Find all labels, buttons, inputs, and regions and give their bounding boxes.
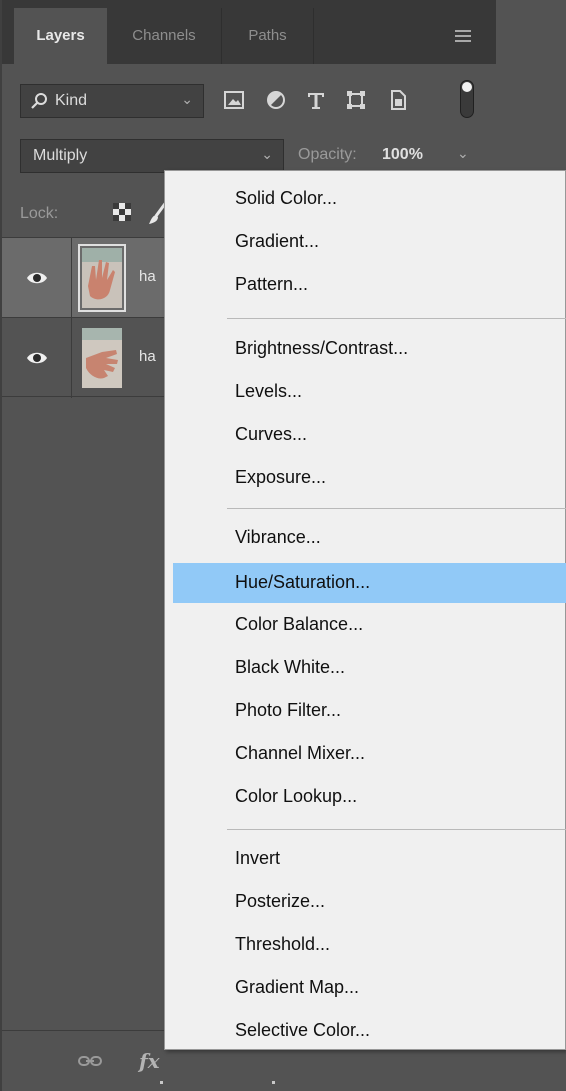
menu-item-black-white[interactable]: Black White...	[173, 650, 566, 686]
adjustment-layer-menu: Solid Color... Gradient... Pattern... Br…	[164, 170, 566, 1050]
chevron-down-icon: ⌄	[181, 91, 193, 107]
layer-name[interactable]: ha	[139, 268, 156, 285]
menu-separator	[227, 508, 566, 509]
opacity-value[interactable]: 100%	[382, 146, 423, 164]
layer-thumbnail[interactable]	[82, 328, 122, 388]
menu-item-brightness-contrast[interactable]: Brightness/Contrast...	[173, 331, 566, 367]
lock-label: Lock:	[20, 205, 59, 222]
menu-item-gradient-map[interactable]: Gradient Map...	[173, 970, 566, 1006]
tab-paths[interactable]: Paths	[222, 8, 314, 64]
filter-toggle[interactable]	[460, 80, 474, 118]
dropdown-marker	[160, 1081, 163, 1084]
eye-icon[interactable]	[26, 350, 48, 366]
layer-style-icon[interactable]: fx	[139, 1049, 160, 1073]
menu-item-invert[interactable]: Invert	[173, 841, 566, 877]
chevron-down-icon: ⌄	[261, 146, 273, 162]
layer-thumbnail[interactable]	[78, 244, 126, 312]
menu-item-channel-mixer[interactable]: Channel Mixer...	[173, 736, 566, 772]
menu-item-color-balance[interactable]: Color Balance...	[173, 607, 566, 643]
menu-item-posterize[interactable]: Posterize...	[173, 884, 566, 920]
menu-separator	[227, 829, 566, 830]
menu-item-threshold[interactable]: Threshold...	[173, 927, 566, 963]
menu-separator	[227, 318, 566, 319]
menu-item-exposure[interactable]: Exposure...	[173, 460, 566, 496]
panel-menu-icon[interactable]	[455, 30, 471, 42]
blend-mode-select[interactable]: Multiply ⌄	[20, 139, 284, 173]
smart-object-filter-icon[interactable]	[386, 87, 410, 113]
type-filter-icon[interactable]	[304, 87, 328, 113]
menu-item-curves[interactable]: Curves...	[173, 417, 566, 453]
opacity-chevron-icon[interactable]: ⌄	[457, 145, 469, 162]
filter-kind-select[interactable]: Kind ⌄	[20, 84, 204, 118]
menu-item-hue-saturation[interactable]: Hue/Saturation...	[173, 563, 566, 603]
visibility-cell[interactable]	[2, 238, 72, 318]
filter-kind-label: Kind	[55, 92, 88, 109]
dropdown-marker	[272, 1081, 275, 1084]
menu-item-photo-filter[interactable]: Photo Filter...	[173, 693, 566, 729]
tab-layers[interactable]: Layers	[14, 8, 107, 64]
blend-mode-label: Multiply	[33, 147, 88, 164]
menu-item-pattern[interactable]: Pattern...	[173, 267, 566, 303]
menu-item-gradient[interactable]: Gradient...	[173, 224, 566, 260]
visibility-cell[interactable]	[2, 318, 72, 398]
image-filter-icon[interactable]	[222, 87, 246, 113]
menu-item-solid-color[interactable]: Solid Color...	[173, 181, 566, 217]
panel-tab-bar: Layers Channels Paths	[2, 0, 496, 64]
menu-item-selective-color[interactable]: Selective Color...	[173, 1013, 566, 1049]
eye-icon[interactable]	[26, 270, 48, 286]
menu-item-levels[interactable]: Levels...	[173, 374, 566, 410]
opacity-label: Opacity:	[298, 146, 357, 163]
tab-channels[interactable]: Channels	[107, 8, 222, 64]
menu-item-color-lookup[interactable]: Color Lookup...	[173, 779, 566, 815]
menu-item-vibrance[interactable]: Vibrance...	[173, 520, 566, 556]
link-layers-icon[interactable]	[78, 1053, 102, 1069]
adjustment-filter-icon[interactable]	[264, 87, 288, 113]
lock-transparency-icon[interactable]	[112, 202, 132, 222]
shape-filter-icon[interactable]	[344, 87, 368, 113]
search-icon	[31, 93, 47, 109]
layer-name[interactable]: ha	[139, 348, 156, 365]
